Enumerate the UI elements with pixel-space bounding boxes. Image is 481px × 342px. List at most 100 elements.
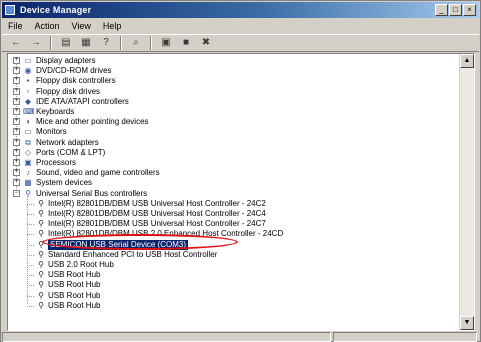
processor-icon: ▣ <box>24 158 32 167</box>
monitor-icon: ▭ <box>24 56 32 65</box>
expand-icon[interactable]: + <box>13 138 20 146</box>
port-icon: ◇ <box>24 147 32 157</box>
menu-help[interactable]: Help <box>97 21 128 31</box>
usb-device-item[interactable]: ⚲ Intel(R) 82801DB/DBM USB Universal Host… <box>8 219 448 229</box>
tree-category-item[interactable]: + ⧉ Network adapters <box>8 138 448 148</box>
usb-device-label: USB Root Hub <box>48 280 101 290</box>
device-tree-pane: + ▭ Display adapters + ◉ DVD/CD-ROM drives + ▪ F… <box>7 53 475 331</box>
status-bar <box>2 332 479 342</box>
help-icon[interactable]: ? <box>98 36 114 50</box>
vertical-scrollbar[interactable]: ▲ ▼ <box>459 54 474 330</box>
scroll-down-button[interactable]: ▼ <box>460 316 474 330</box>
tree-category-item[interactable]: + ▦ System devices <box>8 178 448 188</box>
update-driver-icon[interactable]: ▣ <box>158 36 174 50</box>
tree-category-label: Mice and other pointing devices <box>36 117 149 127</box>
expand-icon[interactable]: + <box>13 57 20 64</box>
tree-category-item[interactable]: + ▭ Monitors <box>8 127 448 137</box>
disable-device-icon[interactable]: ■ <box>178 36 194 50</box>
tree-category-item[interactable]: + ▪ Floppy disk controllers <box>8 76 448 86</box>
tree-category-label: Processors <box>36 158 77 167</box>
expand-icon[interactable]: + <box>13 97 20 105</box>
toolbar-separator <box>150 36 152 50</box>
tree-category-item[interactable]: + ▣ Processors <box>8 158 448 168</box>
device-manager-app-icon <box>5 5 15 15</box>
menu-bar: File Action View Help <box>2 19 479 33</box>
status-cell-main <box>2 332 331 342</box>
menu-action[interactable]: Action <box>29 21 66 31</box>
expand-icon[interactable]: + <box>13 148 20 156</box>
mouse-icon: ◖ <box>25 117 31 127</box>
floppy-drive-icon: ▫ <box>26 86 30 96</box>
keyboard-icon: ⌨ <box>23 107 35 116</box>
tree-category-item[interactable]: + ◆ IDE ATA/ATAPI controllers <box>8 97 448 107</box>
tree-category-label: Floppy disk drives <box>36 86 101 96</box>
back-icon[interactable]: ← <box>8 36 24 50</box>
expand-icon[interactable]: + <box>13 128 20 136</box>
sound-icon: ♪ <box>26 168 30 178</box>
usb-icon: ⚲ <box>38 290 44 300</box>
usb-device-item[interactable]: ⚲ USB Root Hub <box>8 280 448 290</box>
status-cell-secondary <box>332 332 477 342</box>
maximize-button[interactable]: □ <box>449 4 462 16</box>
system-icon: ▦ <box>24 178 32 188</box>
uninstall-device-icon[interactable]: ✖ <box>198 36 214 50</box>
properties-icon[interactable]: ▤ <box>58 36 74 50</box>
device-manager-window: Device Manager _ □ × File Action View He… <box>0 0 481 342</box>
minimize-button[interactable]: _ <box>435 4 448 16</box>
tree-category-label: DVD/CD-ROM drives <box>36 66 112 76</box>
tree-category-item[interactable]: + ◉ DVD/CD-ROM drives <box>8 66 448 76</box>
tree-category-item[interactable]: + ⌨ Keyboards <box>8 107 448 117</box>
usb-icon: ⚲ <box>38 198 44 208</box>
menu-view[interactable]: View <box>66 21 97 31</box>
usb-device-item[interactable]: ⚲ Intel(R) 82801DB/DBM USB Universal Host… <box>8 199 448 209</box>
tree-category-item[interactable]: + ▫ Floppy disk drives <box>8 87 448 97</box>
expand-icon[interactable]: + <box>13 77 20 85</box>
expand-icon[interactable]: + <box>13 118 20 126</box>
usb-icon: ⚲ <box>38 260 44 269</box>
usb-device-label: USB Root Hub <box>48 270 101 280</box>
forward-icon[interactable]: → <box>28 36 44 50</box>
tree-category-item[interactable]: + ◖ Mice and other pointing devices <box>8 117 448 127</box>
expand-icon[interactable]: + <box>13 67 20 75</box>
tree-category-label: Network adapters <box>36 137 99 147</box>
usb-device-label: USB 2.0 Root Hub <box>48 260 114 269</box>
toolbar-separator <box>50 36 52 50</box>
tree-category-label: Universal Serial Bus controllers <box>36 188 148 198</box>
usb-device-item[interactable]: ⚲ USB 2.0 Root Hub <box>8 260 448 270</box>
usb-device-label: USB Root Hub <box>48 290 101 300</box>
usb-device-item[interactable]: ⚲ Standard Enhanced PCI to USB Host Contr… <box>8 250 448 260</box>
monitor-icon: ▭ <box>24 127 32 137</box>
tree-category-item[interactable]: + ◇ Ports (COM & LPT) <box>8 148 448 158</box>
scan-hardware-icon[interactable]: ⌕ <box>128 36 144 50</box>
usb-device-item[interactable]: ⚲ USB Root Hub <box>8 270 448 280</box>
menu-file[interactable]: File <box>2 21 29 31</box>
expand-icon[interactable]: + <box>13 169 20 177</box>
tree-category-label: IDE ATA/ATAPI controllers <box>36 96 129 106</box>
expand-icon[interactable]: + <box>13 179 20 187</box>
usb-device-label: USB Root Hub <box>48 300 101 310</box>
usb-device-item[interactable]: ⚲ Intel(R) 82801DB/DBM USB Universal Host… <box>8 209 448 219</box>
tree-category-label: Monitors <box>36 127 67 137</box>
tree-category-label: Ports (COM & LPT) <box>36 147 106 157</box>
usb-device-item[interactable]: ⚲ USB Root Hub <box>8 291 448 301</box>
device-tree: + ▭ Display adapters + ◉ DVD/CD-ROM drives + ▪ F… <box>8 54 460 330</box>
title-bar[interactable]: Device Manager _ □ × <box>2 2 479 18</box>
usb-device-label: Intel(R) 82801DB/DBM USB Universal Host … <box>48 209 266 218</box>
expand-icon[interactable]: + <box>13 87 20 95</box>
close-button[interactable]: × <box>463 4 476 16</box>
tree-category-item[interactable]: − ⚲ Universal Serial Bus controllers <box>8 189 448 199</box>
usb-device-item[interactable]: ⚲ USB Root Hub <box>8 301 448 311</box>
usb-icon: ⚲ <box>38 270 44 280</box>
expand-icon[interactable]: + <box>13 108 20 115</box>
collapse-icon[interactable]: − <box>13 189 20 197</box>
print-icon[interactable]: ▦ <box>78 36 94 50</box>
expand-icon[interactable]: + <box>13 159 20 166</box>
usb-device-label: Intel(R) 82801DB/DBM USB Universal Host … <box>48 219 266 229</box>
usb-device-label: Intel(R) 82801DB/DBM USB Universal Host … <box>48 198 266 208</box>
usb-icon: ⚲ <box>38 229 44 239</box>
scroll-up-button[interactable]: ▲ <box>460 54 474 68</box>
tree-category-item[interactable]: + ▭ Display adapters <box>8 56 448 66</box>
tree-category-item[interactable]: + ♪ Sound, video and game controllers <box>8 168 448 178</box>
floppy-controller-icon: ▪ <box>26 76 30 86</box>
selection-highlight-ring <box>42 234 238 250</box>
